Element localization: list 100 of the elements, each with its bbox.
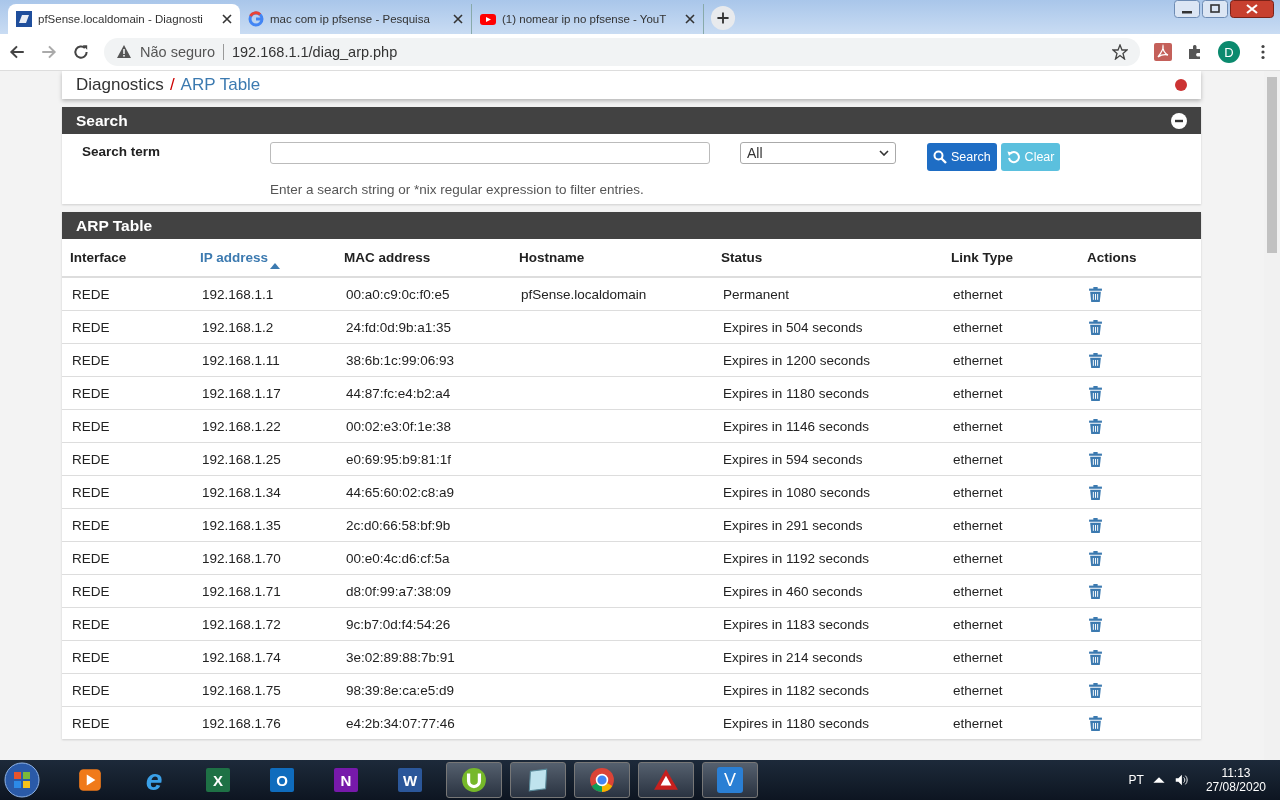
help-text: Enter a search string or *nix regular expression to filter entries. — [270, 182, 645, 197]
table-cell: 192.168.1.17 — [202, 385, 281, 401]
table-cell: 3e:02:89:88:7b:91 — [346, 649, 455, 665]
table-cell: REDE — [72, 352, 110, 368]
taskbar-app[interactable]: N — [318, 762, 374, 798]
table-cell: ethernet — [953, 517, 1003, 533]
table-cell: REDE — [72, 649, 110, 665]
table-cell: REDE — [72, 682, 110, 698]
close-icon[interactable] — [453, 14, 463, 24]
new-tab-icon[interactable] — [710, 5, 736, 31]
torrent-icon — [461, 767, 487, 793]
table-cell: e0:69:95:b9:81:1f — [346, 451, 452, 467]
browser-tab[interactable]: pfSense.localdomain - Diagnosti — [8, 4, 240, 34]
table-cell: 192.168.1.35 — [202, 517, 281, 533]
warning-icon — [116, 44, 132, 60]
table-cell: REDE — [72, 319, 110, 335]
table-cell: Expires in 594 seconds — [723, 451, 863, 467]
profile-avatar[interactable]: D — [1218, 41, 1240, 63]
language-indicator[interactable]: PT — [1128, 773, 1144, 787]
table-cell: 2c:d0:66:58:bf:9b — [346, 517, 451, 533]
table-cell: 192.168.1.1 — [202, 286, 274, 302]
clock[interactable]: 11:13 27/08/2020 — [1195, 766, 1276, 794]
maximize-icon[interactable] — [1202, 0, 1228, 18]
table-cell: REDE — [72, 616, 110, 632]
table-cell: ethernet — [953, 319, 1003, 335]
trash-icon[interactable] — [1089, 517, 1102, 533]
minimize-icon[interactable] — [1174, 0, 1200, 18]
help-icon[interactable] — [1175, 79, 1187, 91]
table-cell: REDE — [72, 451, 110, 467]
table-cell: ethernet — [953, 550, 1003, 566]
back-icon[interactable] — [8, 43, 26, 61]
table-cell: 00:a0:c9:0c:f0:e5 — [346, 286, 450, 302]
table-cell: Expires in 1182 seconds — [723, 682, 870, 698]
security-label: Não seguro — [140, 44, 215, 60]
table-cell: 9c:b7:0d:f4:54:26 — [346, 616, 451, 632]
taskbar-app[interactable]: X — [190, 762, 246, 798]
table-cell: 192.168.1.75 — [202, 682, 281, 698]
pdf-icon[interactable] — [1154, 43, 1172, 61]
trash-icon[interactable] — [1089, 418, 1102, 434]
trash-icon[interactable] — [1089, 616, 1102, 632]
table-cell: d8:0f:99:a7:38:09 — [346, 583, 452, 599]
taskbar-app[interactable]: O — [254, 762, 310, 798]
trash-icon[interactable] — [1089, 583, 1102, 599]
start-button[interactable] — [4, 762, 40, 798]
sort-arrow-icon — [270, 263, 280, 269]
table-cell: 192.168.1.70 — [202, 550, 281, 566]
table-cell: ethernet — [953, 286, 1003, 302]
url-text: 192.168.1.1/diag_arp.php — [231, 44, 398, 60]
close-icon[interactable] — [1230, 0, 1274, 18]
close-icon[interactable] — [222, 14, 232, 24]
filter-dropdown[interactable]: All — [740, 142, 896, 164]
breadcrumb-section: Diagnostics — [76, 75, 164, 95]
table-cell: ethernet — [953, 418, 1003, 434]
table-cell: 192.168.1.72 — [202, 616, 281, 632]
table-cell: REDE — [72, 583, 110, 599]
star-icon[interactable] — [1112, 44, 1128, 60]
table-cell: REDE — [72, 385, 110, 401]
taskbar-app[interactable] — [638, 762, 694, 798]
taskbar-app[interactable]: e — [126, 762, 182, 798]
taskbar-app[interactable]: W — [382, 762, 438, 798]
table-cell: 38:6b:1c:99:06:93 — [346, 352, 455, 368]
trash-icon[interactable] — [1089, 550, 1102, 566]
taskbar-app[interactable] — [574, 762, 630, 798]
table-cell: Expires in 504 seconds — [723, 319, 863, 335]
search-button[interactable]: Search — [927, 143, 997, 171]
close-icon[interactable] — [685, 14, 695, 24]
table-cell: 192.168.1.71 — [202, 583, 281, 599]
table-cell: ethernet — [953, 583, 1003, 599]
play-icon — [480, 11, 496, 27]
trash-icon[interactable] — [1089, 385, 1102, 401]
table-cell: Expires in 1183 seconds — [723, 616, 870, 632]
taskbar-app[interactable]: V — [702, 762, 758, 798]
speaker-icon[interactable] — [1173, 773, 1188, 787]
address-bar[interactable]: Não seguro 192.168.1.1/diag_arp.php — [104, 38, 1140, 66]
vnc-icon: V — [717, 767, 743, 793]
reload-icon[interactable] — [72, 43, 90, 61]
trash-icon[interactable] — [1089, 484, 1102, 500]
trash-icon[interactable] — [1089, 319, 1102, 335]
triangle-logo-icon — [653, 767, 679, 793]
search-field[interactable] — [270, 142, 710, 164]
trash-icon[interactable] — [1089, 286, 1102, 302]
table-cell: 192.168.1.25 — [202, 451, 281, 467]
trash-icon[interactable] — [1089, 451, 1102, 467]
table-cell: ethernet — [953, 385, 1003, 401]
table-cell: Expires in 214 seconds — [723, 649, 863, 665]
chevron-down-icon — [879, 150, 889, 156]
table-cell: Expires in 1080 seconds — [723, 484, 871, 500]
trash-icon[interactable] — [1089, 352, 1102, 368]
trash-icon[interactable] — [1089, 649, 1102, 665]
table-cell: ethernet — [953, 682, 1003, 698]
trash-icon[interactable] — [1089, 682, 1102, 698]
trash-icon[interactable] — [1089, 715, 1102, 731]
chrome-icon — [589, 767, 615, 793]
breadcrumb-page[interactable]: ARP Table — [180, 75, 261, 95]
collapse-icon[interactable] — [1171, 112, 1187, 129]
table-cell: 192.168.1.74 — [202, 649, 281, 665]
app-logo-icon: X — [206, 768, 230, 792]
taskbar-app[interactable] — [510, 762, 566, 798]
play-icon — [77, 767, 103, 793]
taskbar-app[interactable] — [446, 762, 502, 798]
